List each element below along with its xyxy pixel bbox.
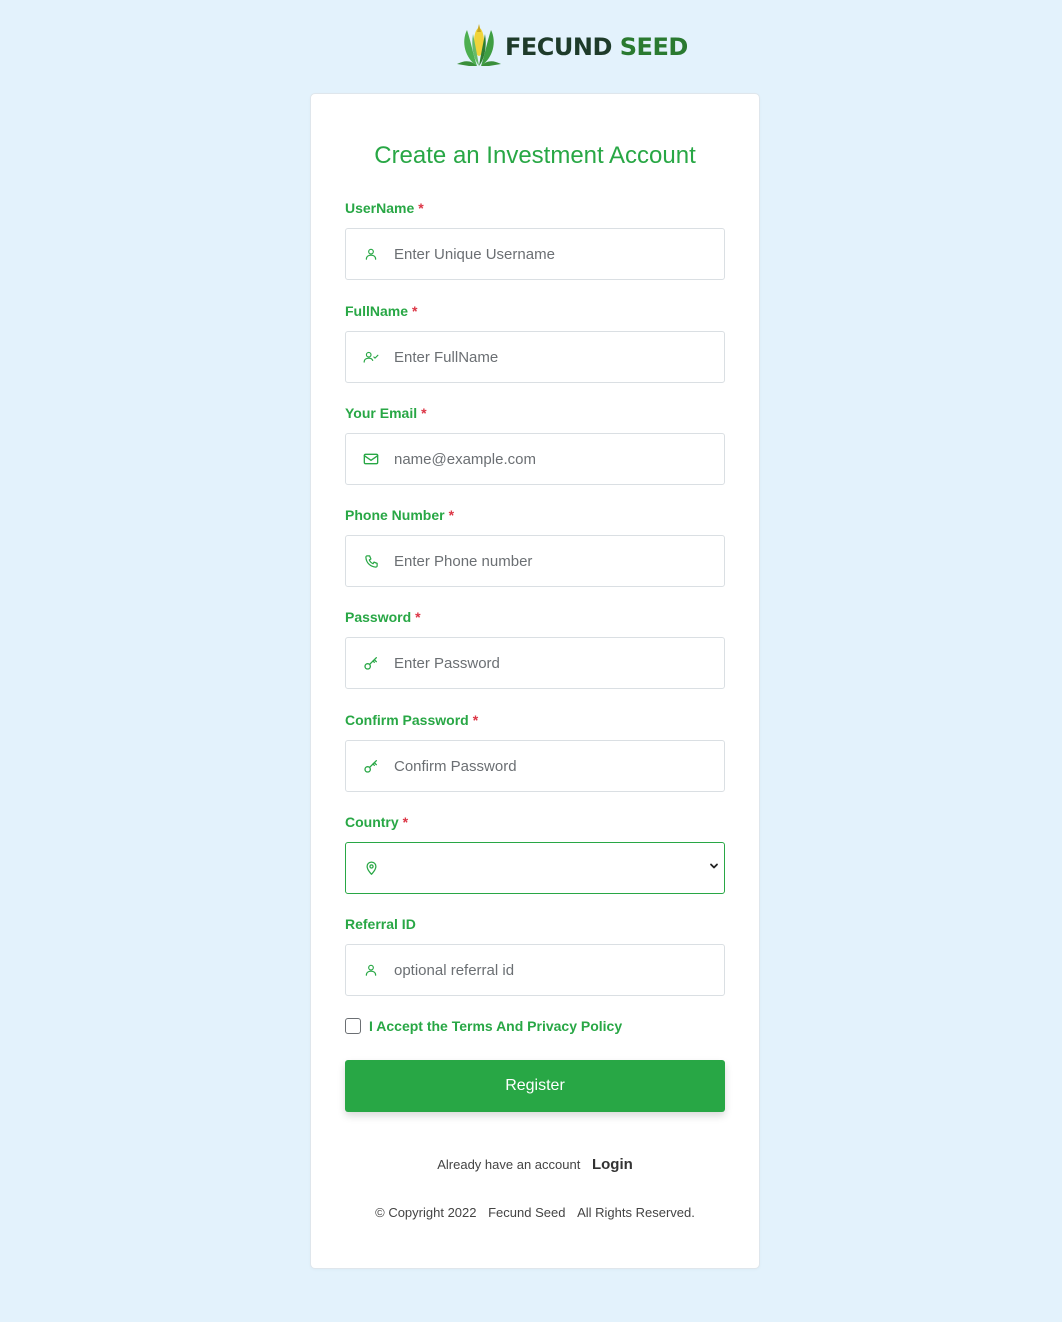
brand-name: FECUND SEED [505,33,688,61]
mail-icon [362,450,380,468]
company-name: Fecund Seed [488,1205,566,1220]
password-input[interactable] [394,638,724,688]
phone-field-wrap [345,535,725,587]
user-icon [362,961,380,979]
referral-field-wrap [345,944,725,996]
password-field-wrap [345,637,725,689]
terms-checkbox[interactable] [345,1018,361,1034]
login-prompt: Already have an account Login [311,1156,759,1173]
required-mark: * [472,712,479,728]
phone-input[interactable] [394,536,724,586]
brand-word-1: FECUND [505,33,612,61]
copyright-text: © Copyright 2022 [375,1205,477,1220]
required-mark: * [421,405,427,421]
register-button[interactable]: Register [345,1060,725,1112]
map-pin-icon [362,859,380,877]
key-icon [362,654,380,672]
required-mark: * [412,303,418,319]
corn-leaf-icon [457,24,501,66]
username-input[interactable] [394,229,724,279]
fullname-input[interactable] [394,332,724,382]
brand-logo: FECUND SEED [455,20,688,68]
confirm-password-field-wrap [345,740,725,792]
login-link[interactable]: Login [592,1156,633,1173]
email-field-wrap [345,433,725,485]
fullname-label: FullName * [345,303,418,319]
phone-label: Phone Number * [345,507,455,523]
country-label: Country * [345,814,409,830]
required-mark: * [418,200,424,216]
email-label: Your Email * [345,405,427,421]
required-mark: * [415,609,421,625]
required-mark: * [402,814,409,830]
terms-row: I Accept the Terms And Privacy Policy [345,1018,622,1034]
username-label: UserName * [345,200,424,216]
username-field-wrap [345,228,725,280]
key-icon [362,757,380,775]
email-input[interactable] [394,434,724,484]
user-check-icon [362,348,380,366]
copyright: © Copyright 2022 Fecund Seed All Rights … [311,1205,759,1220]
password-label: Password * [345,609,421,625]
chevron-down-icon [708,859,724,877]
already-have-account-text: Already have an account [437,1157,581,1172]
page-title: Create an Investment Account [374,142,696,169]
phone-icon [362,552,380,570]
register-card: Create an Investment Account UserName* F… [310,93,760,1269]
confirm-password-label: Confirm Password * [345,712,479,728]
country-select[interactable] [345,842,725,894]
fullname-field-wrap [345,331,725,383]
confirm-password-input[interactable] [394,741,724,791]
required-mark: * [448,507,455,523]
brand-word-2: SEED [619,33,689,61]
user-icon [362,245,380,263]
referral-label: Referral ID [345,916,416,932]
terms-label[interactable]: I Accept the Terms And Privacy Policy [369,1018,622,1034]
country-selected-value [394,843,708,893]
rights-text: All Rights Reserved. [577,1205,695,1220]
referral-input[interactable] [394,945,724,995]
